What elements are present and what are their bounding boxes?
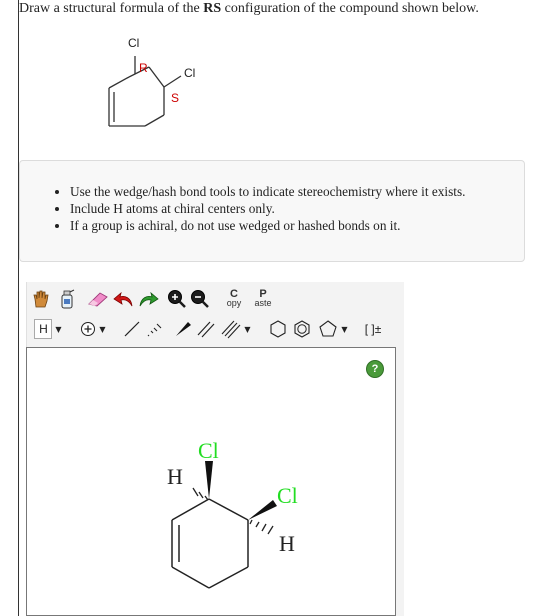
triple-bond-tool[interactable]: ▼ [219, 316, 253, 342]
double-bond-tool[interactable] [195, 316, 217, 342]
wedge-bond-cl-right [248, 500, 277, 520]
toolbar-row-1: C opy P aste [27, 286, 404, 312]
zoom-out-tool[interactable] [190, 286, 210, 312]
zoom-in-icon [168, 290, 186, 308]
cyclohexane-icon [270, 320, 286, 338]
instruction-item: Include H atoms at chiral centers only. [70, 200, 524, 217]
hash-bond-icon [147, 323, 162, 337]
question-text: Draw a structural formula of the RS conf… [19, 1, 479, 17]
zoom-out-icon [191, 290, 209, 308]
chevron-down-icon[interactable]: ▼ [55, 325, 61, 334]
cyclopentane-icon [319, 320, 338, 337]
drawing-canvas[interactable]: ? Cl H Cl H [26, 347, 396, 616]
benzene-tool[interactable] [291, 316, 313, 342]
drawn-molecule: Cl H Cl H [167, 438, 298, 589]
zoom-in-tool[interactable] [167, 286, 187, 312]
single-bond-icon [124, 321, 140, 337]
chevron-down-icon[interactable]: ▼ [99, 325, 105, 334]
single-bond-tool[interactable] [121, 316, 143, 342]
atom-selector[interactable]: H ▼ [31, 316, 65, 342]
wedge-bond-cl-top [205, 461, 213, 499]
question-part1: Draw a structural formula of the [19, 1, 204, 16]
triple-bond-icon [222, 320, 241, 339]
hand-tool[interactable] [31, 286, 51, 312]
atom-h-left[interactable]: H [167, 464, 183, 489]
plus-charge-icon [81, 322, 96, 336]
page-left-border [18, 0, 19, 616]
redo-tool[interactable] [137, 286, 159, 312]
redo-icon [139, 291, 159, 307]
atom-cl-top[interactable]: Cl [198, 438, 219, 463]
given-cl-top: Cl [128, 36, 139, 50]
undo-tool[interactable] [113, 286, 135, 312]
wedge-bond-tool[interactable] [172, 316, 194, 342]
hand-icon [33, 290, 49, 308]
eraser-icon [88, 292, 108, 307]
chevron-down-icon[interactable]: ▼ [341, 325, 347, 334]
bracket-label: [ ]± [364, 322, 382, 336]
wedge-bond-icon [176, 322, 191, 336]
paste-small: aste [254, 298, 272, 308]
given-structure: Cl R Cl S [108, 36, 195, 127]
copy-small: opy [226, 298, 242, 308]
bracket-tool[interactable]: [ ]± [359, 316, 387, 342]
eraser-bottle-tool[interactable] [57, 286, 77, 312]
instruction-item: Use the wedge/hash bond tools to indicat… [70, 183, 524, 200]
given-r-label: R [139, 61, 148, 75]
cyclohexane-tool[interactable] [267, 316, 289, 342]
instruction-item: If a group is achiral, do not use wedged… [70, 217, 524, 234]
hash-bond-h-left [192, 487, 209, 501]
copy-label: C opy [226, 289, 242, 308]
instructions-list: Use the wedge/hash bond tools to indicat… [20, 183, 524, 234]
atom-button[interactable]: H [34, 319, 53, 339]
benzene-icon [294, 320, 310, 338]
toolbar-row-2: H ▼ ▼ ▼ ▼ []± [27, 316, 404, 342]
instructions-box: Use the wedge/hash bond tools to indicat… [19, 160, 525, 262]
double-bond-icon [197, 321, 215, 338]
atom-h-right[interactable]: H [279, 531, 295, 556]
question-part2: configuration of the compound shown belo… [221, 1, 479, 16]
atom-cl-right[interactable]: Cl [277, 483, 298, 508]
question-bold: RS [203, 1, 222, 16]
given-s-label: S [171, 91, 179, 105]
paste-label: P aste [254, 289, 272, 308]
copy-button[interactable]: C opy [223, 286, 245, 312]
undo-icon [113, 291, 133, 307]
hash-bond-tool[interactable] [144, 316, 166, 342]
given-cl-right: Cl [184, 66, 195, 80]
bottle-icon [61, 289, 75, 309]
hash-bond-h-right [249, 519, 274, 535]
eraser-tool[interactable] [85, 286, 111, 312]
chevron-down-icon[interactable]: ▼ [244, 325, 250, 334]
paste-button[interactable]: P aste [251, 286, 275, 312]
cyclopentane-tool[interactable]: ▼ [315, 316, 351, 342]
charge-selector[interactable]: ▼ [77, 316, 109, 342]
